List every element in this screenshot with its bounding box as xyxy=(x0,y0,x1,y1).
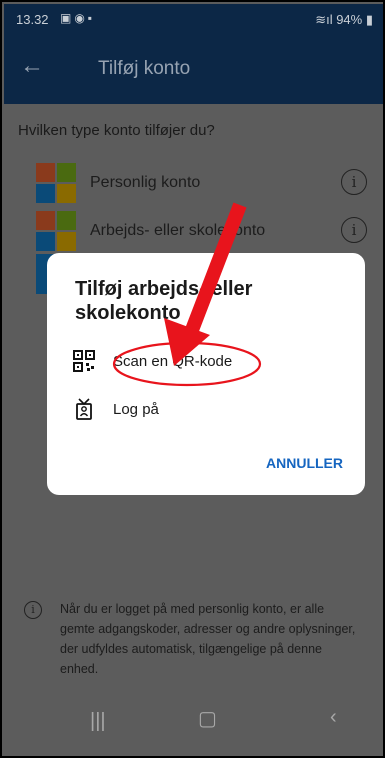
account-option-work-school[interactable]: Arbejds- eller skolekonto i xyxy=(4,209,383,253)
scan-qr-option[interactable]: Scan en QR-kode xyxy=(47,344,365,380)
footer-text: Når du er logget på med personlig konto,… xyxy=(60,602,356,676)
microsoft-logo-icon xyxy=(36,211,76,251)
notification-icons: ▣◉▪ xyxy=(60,11,96,25)
page-title: Tilføj konto xyxy=(98,58,191,79)
dialog-title: Tilføj arbejds- eller skolekonto xyxy=(75,278,253,324)
status-time: 13.32 xyxy=(16,12,49,27)
account-option-personal[interactable]: Personlig konto i xyxy=(4,161,383,205)
home-icon[interactable]: ▢ xyxy=(198,706,217,731)
info-footer: i Når du er logget på med personlig kont… xyxy=(4,591,383,684)
question-label: Hvilken type konto tilføjer du? xyxy=(18,122,215,139)
add-work-account-dialog: Tilføj arbejds- eller skolekonto Scan en… xyxy=(47,253,365,495)
battery-indicator: ≋ıl 94% ▮ xyxy=(315,12,373,28)
battery-icon: ▮ xyxy=(362,12,373,27)
back-icon[interactable]: ‹ xyxy=(330,706,337,729)
badge-icon xyxy=(76,398,92,420)
account-option-label: Arbejds- eller skolekonto xyxy=(90,222,266,239)
microsoft-logo-icon xyxy=(36,163,76,203)
status-bar: 13.32 ▣◉▪ ≋ıl 94% ▮ xyxy=(4,4,383,34)
option-label: Scan en QR-kode xyxy=(113,353,233,370)
signal-icon: ≋ıl xyxy=(315,12,337,27)
system-nav-bar: ||| ▢ ‹ xyxy=(4,684,383,756)
info-icon[interactable]: i xyxy=(341,217,367,243)
qr-code-icon xyxy=(73,350,95,372)
phone-screen: 13.32 ▣◉▪ ≋ıl 94% ▮ ← Tilføj konto Hvilk… xyxy=(0,0,385,758)
info-icon[interactable]: i xyxy=(341,169,367,195)
app-bar: ← Tilføj konto xyxy=(4,34,383,104)
cancel-button[interactable]: ANNULLER xyxy=(266,455,343,471)
sign-in-option[interactable]: Log på xyxy=(47,392,365,428)
recent-apps-icon[interactable]: ||| xyxy=(90,710,106,733)
battery-level: 94% xyxy=(336,12,363,27)
option-label: Log på xyxy=(113,401,159,418)
account-option-label: Personlig konto xyxy=(90,174,201,191)
arrow-left-icon[interactable]: ← xyxy=(20,54,44,78)
info-icon: i xyxy=(24,601,42,619)
